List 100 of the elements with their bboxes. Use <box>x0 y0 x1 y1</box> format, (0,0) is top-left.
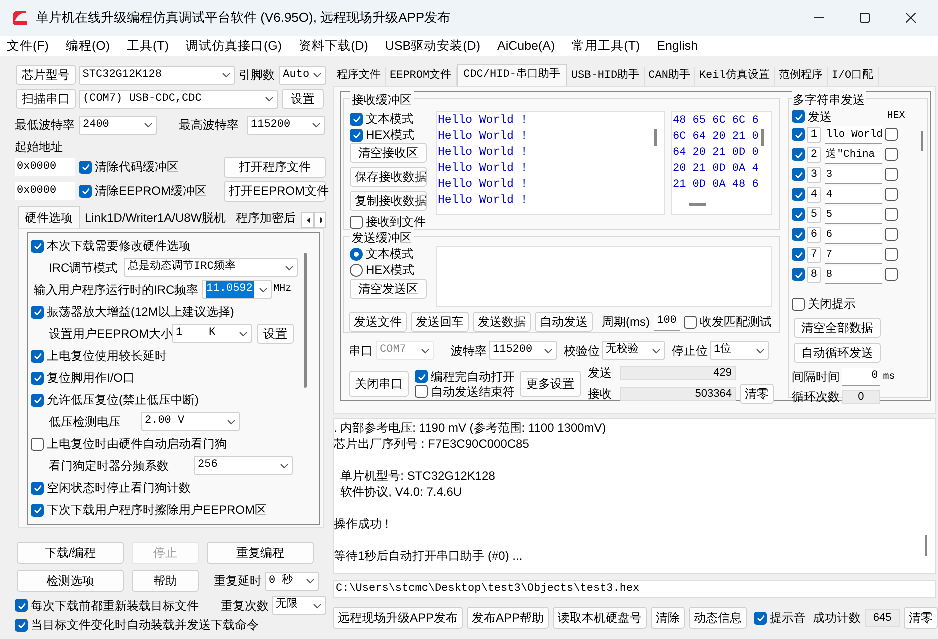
checkbox[interactable] <box>31 438 44 450</box>
input-field[interactable]: 送"China <box>825 146 882 164</box>
input-field[interactable]: llo World <box>825 126 882 144</box>
dropdown[interactable]: 115200 <box>247 116 325 134</box>
input-field[interactable]: 0x0000 <box>15 182 75 200</box>
checkbox[interactable] <box>31 350 44 362</box>
scrollbar-thumb[interactable] <box>654 129 657 146</box>
button[interactable]: 清除 <box>651 607 686 629</box>
button[interactable]: 清空全部数据 <box>794 318 882 338</box>
menu-item[interactable]: 常用工具(T) <box>570 36 642 56</box>
dropdown[interactable]: 115200 <box>489 341 557 360</box>
radio-button[interactable] <box>350 264 363 276</box>
button[interactable]: 芯片型号 <box>16 65 76 85</box>
scrollbar-thumb[interactable] <box>925 535 927 556</box>
menu-item[interactable]: 资料下载(D) <box>297 36 370 56</box>
button[interactable]: 发布APP帮助 <box>467 607 550 629</box>
scrollbar-thumb[interactable] <box>304 253 307 388</box>
checkbox[interactable] <box>31 372 44 384</box>
tab[interactable]: CDC/HID-串口助手 <box>456 64 568 86</box>
button[interactable]: 保存接收数据 <box>350 167 427 187</box>
checkbox[interactable] <box>885 168 898 181</box>
button[interactable]: 4 <box>807 186 822 202</box>
dropdown[interactable]: 2400 <box>79 116 157 134</box>
button[interactable]: 帮助 <box>132 570 199 592</box>
input-field[interactable]: 3 <box>825 166 882 184</box>
menu-item[interactable]: 文件(F) <box>5 36 51 56</box>
tab[interactable]: 程序加密后 <box>231 208 302 228</box>
button[interactable]: 6 <box>807 226 822 242</box>
tab[interactable]: Link1D/Writer1A/U8W脱机 <box>80 208 232 228</box>
checkbox[interactable] <box>792 208 806 221</box>
checkbox[interactable] <box>684 316 697 328</box>
checkbox[interactable] <box>885 188 898 201</box>
checkbox[interactable] <box>792 148 806 161</box>
checkbox[interactable] <box>415 370 428 383</box>
dropdown[interactable]: 总是动态调节IRC频率 <box>124 258 298 277</box>
file-path-field[interactable]: C:\Users\stcmc\Desktop\test3\Objects\test3.hex <box>333 580 936 598</box>
checkbox[interactable] <box>885 148 898 161</box>
button[interactable]: 清零 <box>904 607 938 629</box>
button[interactable]: 远程现场升级APP发布 <box>333 607 464 629</box>
menu-item[interactable]: AiCube(A) <box>495 36 558 56</box>
menu-item[interactable]: 工具(T) <box>125 36 171 56</box>
checkbox[interactable] <box>885 228 898 241</box>
dropdown[interactable]: 0 秒 <box>265 572 319 590</box>
checkbox[interactable] <box>792 110 806 123</box>
button[interactable]: 重复编程 <box>207 542 314 564</box>
dropdown[interactable]: 256 <box>194 456 293 475</box>
checkbox[interactable] <box>792 248 806 261</box>
input-field[interactable]: 5 <box>825 206 882 224</box>
input-field[interactable]: 4 <box>825 186 882 204</box>
scrollbar-thumb[interactable] <box>689 203 706 206</box>
button[interactable]: 设置 <box>282 89 324 109</box>
input-field[interactable]: 0x0000 <box>15 158 75 176</box>
dropdown[interactable]: Auto <box>279 66 326 84</box>
input-field[interactable]: 8 <box>825 266 882 284</box>
button[interactable]: 清空接收区 <box>350 143 427 163</box>
button[interactable]: 复制接收数据 <box>350 191 427 211</box>
input-field[interactable]: 100 <box>654 313 680 331</box>
dropdown[interactable]: 11.0592 <box>202 280 272 299</box>
input-field[interactable]: 6 <box>825 226 882 244</box>
button[interactable]: 更多设置 <box>520 371 581 397</box>
scrollbar-thumb[interactable] <box>761 129 764 146</box>
button[interactable]: 自动循环发送 <box>794 343 882 363</box>
button[interactable]: 清空发送区 <box>350 279 427 299</box>
checkbox[interactable] <box>31 482 44 494</box>
checkbox[interactable] <box>31 306 44 318</box>
button[interactable]: 检测选项 <box>17 570 124 592</box>
checkbox[interactable] <box>885 208 898 221</box>
checkbox[interactable] <box>15 618 28 632</box>
menu-item[interactable]: 调试仿真接口(G) <box>184 36 284 56</box>
button[interactable]: 8 <box>807 266 822 282</box>
text-area[interactable]: 48 65 6C 6C 6 6C 64 20 21 0 64 20 21 0D 0 20 21 0D 0A 4 21 0D 0A 48 6 <box>671 111 772 215</box>
button[interactable]: 1 <box>807 126 822 142</box>
checkbox[interactable] <box>792 268 806 281</box>
menu-item[interactable]: English <box>655 36 700 56</box>
button[interactable]: 读取本机硬盘号 <box>553 607 648 629</box>
checkbox[interactable] <box>415 385 428 398</box>
checkbox[interactable] <box>885 248 898 261</box>
checkbox[interactable] <box>754 612 768 624</box>
dropdown[interactable]: 1 K <box>172 324 252 343</box>
dropdown[interactable]: 1位 <box>710 341 769 360</box>
menu-item[interactable]: 编程(O) <box>64 36 112 56</box>
button[interactable]: 自动发送 <box>535 312 593 332</box>
dropdown[interactable]: 无限 <box>272 596 326 615</box>
button[interactable]: 发送数据 <box>473 312 531 332</box>
menu-item[interactable]: USB驱动安装(D) <box>383 36 482 56</box>
button[interactable]: 发送文件 <box>349 312 407 332</box>
button[interactable]: 7 <box>807 246 822 262</box>
checkbox[interactable] <box>792 168 806 181</box>
button[interactable]: 3 <box>807 166 822 182</box>
checkbox[interactable] <box>350 216 363 228</box>
checkbox[interactable] <box>79 184 92 198</box>
button[interactable]: 设置 <box>257 324 294 344</box>
button[interactable]: 下载/编程 <box>17 542 124 564</box>
button[interactable]: 发送回车 <box>411 312 469 332</box>
checkbox[interactable] <box>792 128 806 141</box>
input-field[interactable]: 7 <box>825 246 882 264</box>
checkbox[interactable] <box>792 228 806 241</box>
button[interactable]: 5 <box>807 206 822 222</box>
button[interactable]: 2 <box>807 146 822 162</box>
button[interactable]: 清零 <box>740 384 774 404</box>
